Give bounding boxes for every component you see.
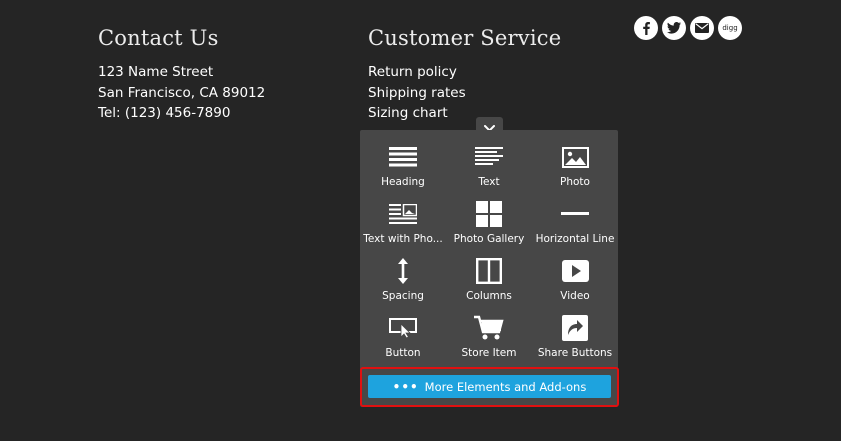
element-share-buttons[interactable]: Share Buttons bbox=[532, 313, 618, 370]
video-icon bbox=[561, 256, 589, 286]
element-label: Text with Pho... bbox=[363, 233, 443, 245]
element-label: Heading bbox=[381, 176, 425, 188]
contact-street: 123 Name Street bbox=[98, 64, 214, 80]
contact-section: Contact Us 123 Name Street San Francisco… bbox=[98, 26, 265, 124]
customer-service-heading: Customer Service bbox=[368, 26, 562, 50]
elements-grid: Heading Text Photo Text with Pho... Phot bbox=[360, 142, 618, 370]
horizontal-line-icon bbox=[561, 199, 589, 229]
button-icon bbox=[389, 313, 417, 343]
element-video[interactable]: Video bbox=[532, 256, 618, 313]
element-label: Columns bbox=[466, 290, 512, 302]
social-icons: digg bbox=[634, 16, 742, 40]
contact-phone: Tel: (123) 456-7890 bbox=[98, 105, 231, 121]
element-label: Photo Gallery bbox=[453, 233, 525, 245]
more-dots-icon: ••• bbox=[392, 379, 419, 394]
element-text-with-photo[interactable]: Text with Pho... bbox=[360, 199, 446, 256]
contact-heading: Contact Us bbox=[98, 26, 219, 50]
element-label: Text bbox=[478, 176, 500, 188]
store-item-icon bbox=[474, 313, 504, 343]
text-with-photo-icon bbox=[389, 199, 417, 229]
email-icon[interactable] bbox=[690, 16, 714, 40]
element-label: Spacing bbox=[382, 290, 424, 302]
element-photo[interactable]: Photo bbox=[532, 142, 618, 199]
columns-icon bbox=[476, 256, 502, 286]
contact-city: San Francisco, CA 89012 bbox=[98, 84, 266, 101]
element-button[interactable]: Button bbox=[360, 313, 446, 370]
element-label: Photo bbox=[560, 176, 590, 188]
photo-icon bbox=[561, 142, 589, 172]
facebook-icon[interactable] bbox=[634, 16, 658, 40]
element-label: Button bbox=[385, 347, 421, 359]
shipping-rates-link[interactable]: Shipping rates bbox=[368, 83, 561, 104]
element-text[interactable]: Text bbox=[446, 142, 532, 199]
add-elements-panel: Heading Text Photo Text with Pho... Phot bbox=[360, 130, 618, 407]
element-label: Share Buttons bbox=[537, 347, 613, 359]
twitter-icon[interactable] bbox=[662, 16, 686, 40]
element-photo-gallery[interactable]: Photo Gallery bbox=[446, 199, 532, 256]
element-store-item[interactable]: Store Item bbox=[446, 313, 532, 370]
text-icon bbox=[475, 142, 503, 172]
element-horizontal-line[interactable]: Horizontal Line bbox=[532, 199, 618, 256]
sizing-chart-link[interactable]: Sizing chart bbox=[368, 103, 561, 124]
element-spacing[interactable]: Spacing bbox=[360, 256, 446, 313]
return-policy-link[interactable]: Return policy bbox=[368, 62, 561, 83]
element-label: Store Item bbox=[461, 347, 517, 359]
share-buttons-icon bbox=[562, 313, 588, 343]
heading-icon bbox=[389, 142, 417, 172]
element-label: Video bbox=[560, 290, 590, 302]
spacing-icon bbox=[397, 256, 409, 286]
element-heading[interactable]: Heading bbox=[360, 142, 446, 199]
more-elements-label: More Elements and Add-ons bbox=[424, 379, 587, 394]
photo-gallery-icon bbox=[476, 199, 502, 229]
element-label: Horizontal Line bbox=[535, 233, 615, 245]
customer-service-section: Customer Service Return policy Shipping … bbox=[368, 26, 561, 124]
element-columns[interactable]: Columns bbox=[446, 256, 532, 313]
digg-label: digg bbox=[722, 24, 738, 32]
more-elements-button[interactable]: ••• More Elements and Add-ons bbox=[368, 375, 611, 398]
more-elements-highlight: ••• More Elements and Add-ons bbox=[360, 367, 619, 407]
digg-icon[interactable]: digg bbox=[718, 16, 742, 40]
